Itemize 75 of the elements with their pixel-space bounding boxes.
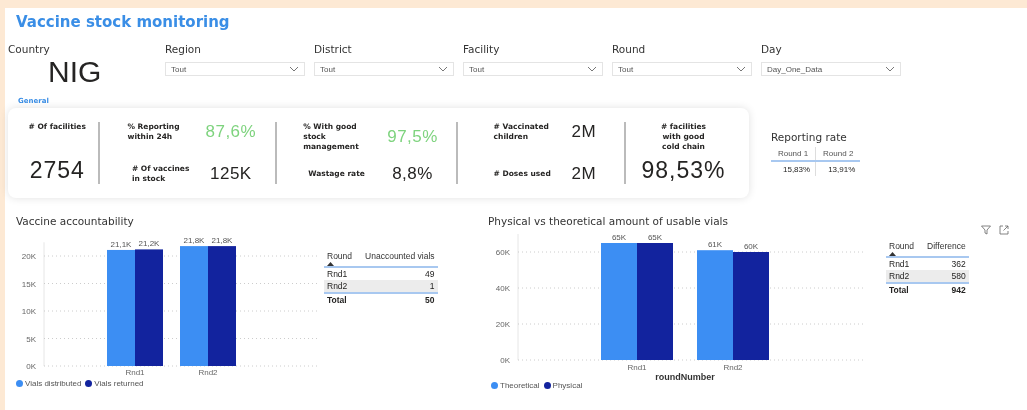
data-label: 21,1K <box>110 239 132 249</box>
dropdown[interactable]: Day_One_Data <box>761 62 901 76</box>
country-value: NIG <box>47 57 103 87</box>
table-cell: 15,83% <box>771 161 816 176</box>
axis-category-label: Rnd1 <box>125 368 145 377</box>
filter-label: Round <box>612 43 647 55</box>
report-title: Vaccine stock monitoring <box>15 12 231 33</box>
axis-tick-label: 20K <box>21 252 36 261</box>
axis-tick-label: 0K <box>26 362 36 371</box>
data-label: 60K <box>743 242 759 251</box>
column-header: Round 1 <box>771 147 816 161</box>
data-label: 65K <box>647 233 663 242</box>
column-header[interactable]: Difference <box>927 241 966 251</box>
kpi-value: 98,53% <box>641 157 726 184</box>
filter-label: Country <box>8 43 51 55</box>
dropdown[interactable]: Tout <box>463 62 603 76</box>
axis-tick-label: 60K <box>495 248 510 257</box>
kpi-value: 8,8% <box>392 164 433 184</box>
chevron-down-icon <box>587 66 597 72</box>
table-cell: 50 <box>355 293 438 306</box>
axis-tick-label: 0K <box>500 356 510 365</box>
table-cell: 13,91% <box>815 161 861 176</box>
axis-tick-label: 20K <box>495 320 510 329</box>
kpi-value: 125K <box>209 164 252 184</box>
filter-label: Day <box>761 43 783 55</box>
legend-label: Theoretical <box>500 381 540 390</box>
data-label: 21,8K <box>183 236 205 246</box>
filter-label: District <box>314 43 353 55</box>
sort-arrow-icon[interactable] <box>889 252 896 256</box>
data-label: 61K <box>707 240 723 250</box>
legend-label: Physical <box>552 381 583 390</box>
axis-tick-label: 10K <box>21 307 36 316</box>
kpi-value: 87,6% <box>205 122 257 142</box>
column-header[interactable]: Unaccounted vials <box>365 251 435 261</box>
chevron-down-icon <box>438 66 448 72</box>
table-cell: 362 <box>917 257 969 270</box>
table-cell: 49 <box>355 267 438 280</box>
axis-tick-label: 5K <box>26 334 36 344</box>
chevron-down-icon <box>289 66 299 72</box>
axis-tick-label: 40K <box>495 284 510 293</box>
chevron-down-icon <box>736 66 746 72</box>
filter-label: Region <box>165 43 202 55</box>
filter-icon[interactable] <box>980 225 991 235</box>
table-cell: Total <box>886 283 918 296</box>
table-cell: Total <box>324 293 356 306</box>
column-header[interactable]: Round <box>889 241 915 251</box>
table-title: Reporting rate <box>771 131 847 143</box>
filter-label: Facility <box>463 43 501 55</box>
kpi-value: 2754 <box>29 157 85 184</box>
legend-label: Vials returned <box>94 379 144 388</box>
data-label: 21,2K <box>138 239 160 249</box>
kpi-value: 2M <box>571 164 597 184</box>
column-header: Round 2 <box>815 147 861 161</box>
chart-title: Physical vs theoretical amount of usable vials <box>488 215 729 229</box>
expand-icon[interactable] <box>998 225 1009 235</box>
axis-category-label: Rnd2 <box>198 368 218 377</box>
table-cell: Rnd1 <box>324 267 356 280</box>
axis-title: roundNumber <box>655 372 715 382</box>
dropdown[interactable]: Tout <box>612 62 752 76</box>
sort-arrow-icon[interactable] <box>327 262 334 266</box>
table-cell: Rnd1 <box>886 257 918 270</box>
axis-tick-label: 15K <box>21 279 36 289</box>
table-cell: 942 <box>917 283 969 296</box>
kpi-value: 2M <box>571 122 597 142</box>
column-header[interactable]: Round <box>327 251 353 261</box>
kpi-value: 97,5% <box>387 127 438 147</box>
axis-category-label: Rnd2 <box>723 363 743 372</box>
legend-label: Vials distributed <box>25 379 82 388</box>
chart-title: Vaccine accountability <box>15 215 135 229</box>
dropdown[interactable]: Tout <box>165 62 305 76</box>
axis-category-label: Rnd1 <box>627 363 647 372</box>
chevron-down-icon <box>885 66 895 72</box>
data-label: 21,8K <box>211 236 233 246</box>
data-label: 65K <box>611 233 627 242</box>
dropdown[interactable]: Tout <box>314 62 454 76</box>
